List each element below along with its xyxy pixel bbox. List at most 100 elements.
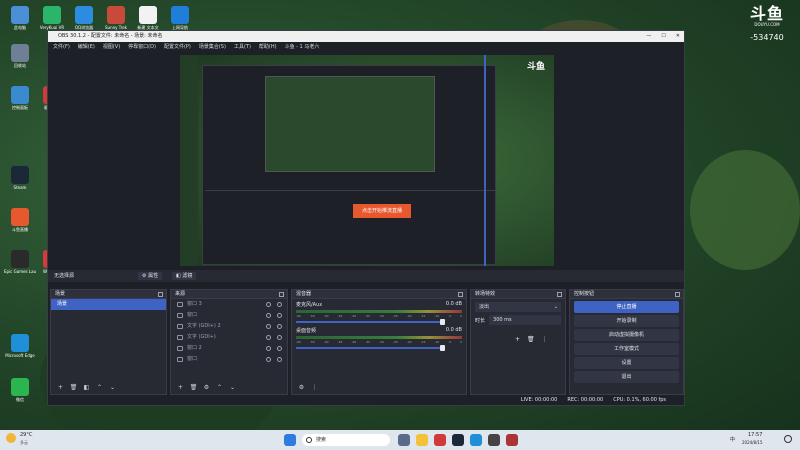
clock-time[interactable]: 17:57 [748, 432, 762, 438]
menu-item[interactable]: 视图(V) [103, 42, 120, 52]
menu-item[interactable]: 停靠窗口(D) [128, 42, 156, 52]
lock-icon[interactable] [277, 346, 282, 351]
eye-icon[interactable] [266, 335, 271, 340]
desktop-icon[interactable]: VeryKuai VR [36, 6, 68, 30]
desktop-icon[interactable]: Sunny Trek [100, 6, 132, 30]
volume-slider[interactable] [296, 345, 446, 351]
source-label: 窗口 [187, 312, 198, 318]
desktop-icon[interactable]: 微信 [4, 378, 36, 402]
trash-icon[interactable]: 🗑 [69, 384, 78, 392]
desktop-icon[interactable]: Microsoft Edge [4, 334, 36, 358]
desktop-icon-label: 斗鱼直播 [12, 227, 28, 232]
obs-window[interactable]: OBS 30.1.2 - 配置文件: 未命名 - 场景: 未命名 — ☐ ✕ 文… [47, 30, 685, 406]
duration-input[interactable]: 300 ms [489, 315, 561, 325]
lock-icon[interactable] [277, 357, 282, 362]
transition-select[interactable]: 淡出 ⌄ [475, 302, 561, 312]
source-item[interactable]: 窗口 2 [171, 343, 287, 354]
control-button[interactable]: 工作室模式 [574, 343, 679, 355]
control-button[interactable]: 开始录制 [574, 315, 679, 327]
eye-icon[interactable] [266, 346, 271, 351]
eye-icon[interactable] [266, 357, 271, 362]
popout-icon[interactable] [458, 292, 463, 297]
menu-item[interactable]: 文件(F) [53, 42, 70, 52]
popout-icon[interactable] [675, 292, 680, 297]
desktop-icon[interactable]: 回收站 [4, 44, 36, 68]
task-view-icon[interactable] [398, 434, 410, 446]
menu-item[interactable]: 斗鱼 - 1 马老六 [285, 42, 320, 52]
desktop-icon[interactable]: Steam [4, 166, 36, 190]
lock-icon[interactable] [277, 302, 282, 307]
control-button[interactable]: 停止直播 [574, 301, 679, 313]
eye-icon[interactable] [266, 313, 271, 318]
edge-icon[interactable] [470, 434, 482, 446]
desktop-icon[interactable]: 此电脑 [4, 6, 36, 30]
app-icon[interactable] [506, 434, 518, 446]
properties-button[interactable]: ⚙ 属性 [138, 272, 163, 280]
trash-icon[interactable]: 🗑 [189, 384, 198, 392]
filter-icon[interactable]: ◧ [82, 384, 91, 392]
minimize-icon[interactable]: — [646, 31, 651, 42]
source-item[interactable]: 文字 (GDI+) [171, 332, 287, 343]
control-button[interactable]: 启动虚拟摄像机 [574, 329, 679, 341]
source-item[interactable]: 窗口 [171, 310, 287, 321]
desktop-icon[interactable]: 控制面板 [4, 86, 36, 110]
control-button[interactable]: 设置 [574, 357, 679, 369]
trash-icon[interactable]: 🗑 [527, 336, 535, 343]
desktop-icon[interactable]: QQ浏览器 [68, 6, 100, 30]
desktop-icon[interactable]: Epic Games Launcher [4, 250, 36, 274]
obs-taskbar-icon[interactable] [488, 434, 500, 446]
steam-icon[interactable] [452, 434, 464, 446]
more-icon[interactable]: ⋮ [542, 336, 548, 343]
source-item[interactable]: 窗口 3 [171, 299, 287, 310]
more-icon[interactable]: ⋮ [310, 384, 319, 392]
desktop-icon[interactable]: 上网导航 [164, 6, 196, 30]
obs-title: OBS 30.1.2 - 配置文件: 未命名 - 场景: 未命名 [58, 33, 163, 39]
add-icon[interactable]: + [176, 384, 185, 392]
source-actions [266, 302, 287, 307]
obs-titlebar[interactable]: OBS 30.1.2 - 配置文件: 未命名 - 场景: 未命名 — ☐ ✕ [48, 31, 684, 42]
add-icon[interactable]: + [56, 384, 65, 392]
notification-icon[interactable] [784, 435, 792, 443]
add-icon[interactable]: + [515, 336, 520, 343]
weather-icon[interactable] [6, 433, 16, 443]
popout-icon[interactable] [158, 292, 163, 297]
clock-date[interactable]: 2024/8/15 [742, 440, 763, 445]
chevron-up-icon[interactable]: ⌃ [215, 384, 224, 392]
source-label: 窗口 2 [187, 345, 202, 351]
menu-item[interactable]: 帮助(H) [259, 42, 277, 52]
menu-item[interactable]: 场景集合(S) [199, 42, 226, 52]
filters-button[interactable]: ◧ 滤镜 [172, 272, 197, 280]
menu-item[interactable]: 工具(T) [234, 42, 251, 52]
menu-item[interactable]: 配置文件(P) [164, 42, 191, 52]
eye-icon[interactable] [266, 302, 271, 307]
maximize-icon[interactable]: ☐ [661, 31, 665, 42]
close-icon[interactable]: ✕ [676, 31, 680, 42]
eye-icon[interactable] [266, 324, 271, 329]
chevron-up-icon[interactable]: ⌃ [95, 384, 104, 392]
gear-icon[interactable]: ⚙ [202, 384, 211, 392]
chevron-down-icon[interactable]: ⌄ [108, 384, 117, 392]
chevron-down-icon[interactable]: ⌄ [228, 384, 237, 392]
gear-icon[interactable]: ⚙ [297, 384, 306, 392]
volume-slider[interactable] [296, 319, 446, 325]
lock-icon[interactable] [277, 324, 282, 329]
obs-preview[interactable]: 点击开始推流直播 斗鱼 [180, 55, 554, 266]
start-icon[interactable] [284, 434, 296, 446]
popout-icon[interactable] [557, 292, 562, 297]
desktop-icon[interactable]: 新建 文本文 [132, 6, 164, 30]
taskbar-search[interactable]: 搜索 [302, 434, 390, 446]
scale-tick: -5 [448, 314, 452, 318]
input-language[interactable]: 中 [730, 436, 735, 443]
file-explorer-icon[interactable] [416, 434, 428, 446]
scene-item[interactable]: 场景 [51, 299, 166, 310]
source-item[interactable]: 文字 (GDI+) 2 [171, 321, 287, 332]
source-item[interactable]: 窗口 [171, 354, 287, 365]
app-icon[interactable] [434, 434, 446, 446]
popout-icon[interactable] [279, 292, 284, 297]
window-icon [177, 357, 183, 362]
control-button[interactable]: 退出 [574, 371, 679, 383]
desktop-icon[interactable]: 斗鱼直播 [4, 208, 36, 232]
menu-item[interactable]: 编辑(E) [78, 42, 95, 52]
lock-icon[interactable] [277, 313, 282, 318]
lock-icon[interactable] [277, 335, 282, 340]
